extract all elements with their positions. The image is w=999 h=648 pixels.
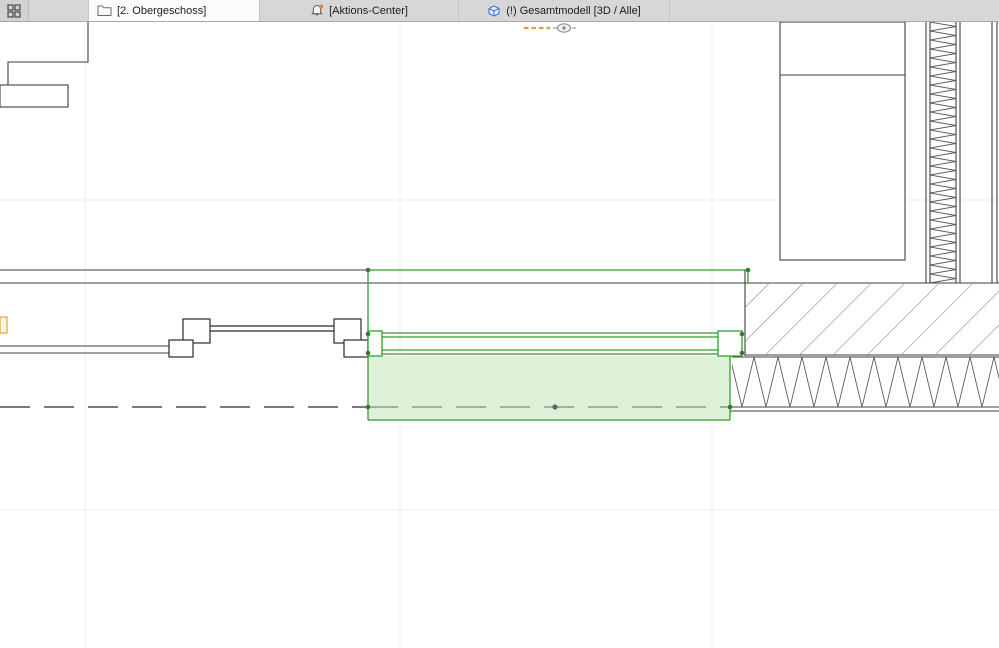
diagonal-hatch-band[interactable] bbox=[745, 284, 999, 355]
window-plan-symbol[interactable] bbox=[168, 318, 369, 358]
tab-label: [2. Obergeschoss] bbox=[117, 4, 207, 17]
midpoint-node[interactable] bbox=[552, 404, 558, 410]
bell-alert-badge bbox=[319, 4, 324, 9]
tab-overview-button[interactable] bbox=[0, 0, 29, 21]
tab-overview-grid-icon bbox=[7, 3, 21, 18]
model-3d-icon bbox=[487, 4, 501, 18]
exterior-wall-horizontal[interactable] bbox=[730, 270, 999, 412]
floor-plan-canvas[interactable] bbox=[0, 0, 999, 648]
eye-icon[interactable] bbox=[556, 23, 572, 33]
bell-alert-icon bbox=[310, 4, 324, 17]
tab-bar: [2. Obergeschoss] [Aktions-Center] (!) G… bbox=[0, 0, 999, 22]
folder-icon bbox=[97, 4, 112, 17]
tab-label: [Aktions-Center] bbox=[329, 4, 408, 17]
selection-fill[interactable] bbox=[368, 356, 730, 420]
exterior-wall-vertical[interactable] bbox=[925, 22, 998, 283]
tabbar-spacer bbox=[29, 0, 89, 21]
insulation-hatch-horizontal[interactable] bbox=[732, 357, 999, 407]
tabbar-empty-area bbox=[670, 0, 999, 21]
insulation-hatch-vertical[interactable] bbox=[930, 22, 956, 283]
tab-label: (!) Gesamtmodell [3D / Alle] bbox=[506, 4, 641, 17]
edge-marker bbox=[0, 316, 8, 334]
tab-model-3d[interactable]: (!) Gesamtmodell [3D / Alle] bbox=[459, 0, 670, 21]
tab-floor-plan[interactable]: [2. Obergeschoss] bbox=[89, 0, 260, 21]
tab-action-center[interactable]: [Aktions-Center] bbox=[260, 0, 459, 21]
wall-outline-top-left[interactable] bbox=[0, 22, 89, 108]
trace-reference-indicator[interactable] bbox=[524, 23, 576, 33]
selected-wall-window-element[interactable] bbox=[365, 267, 751, 421]
wall-outline-top-right[interactable] bbox=[779, 21, 906, 261]
